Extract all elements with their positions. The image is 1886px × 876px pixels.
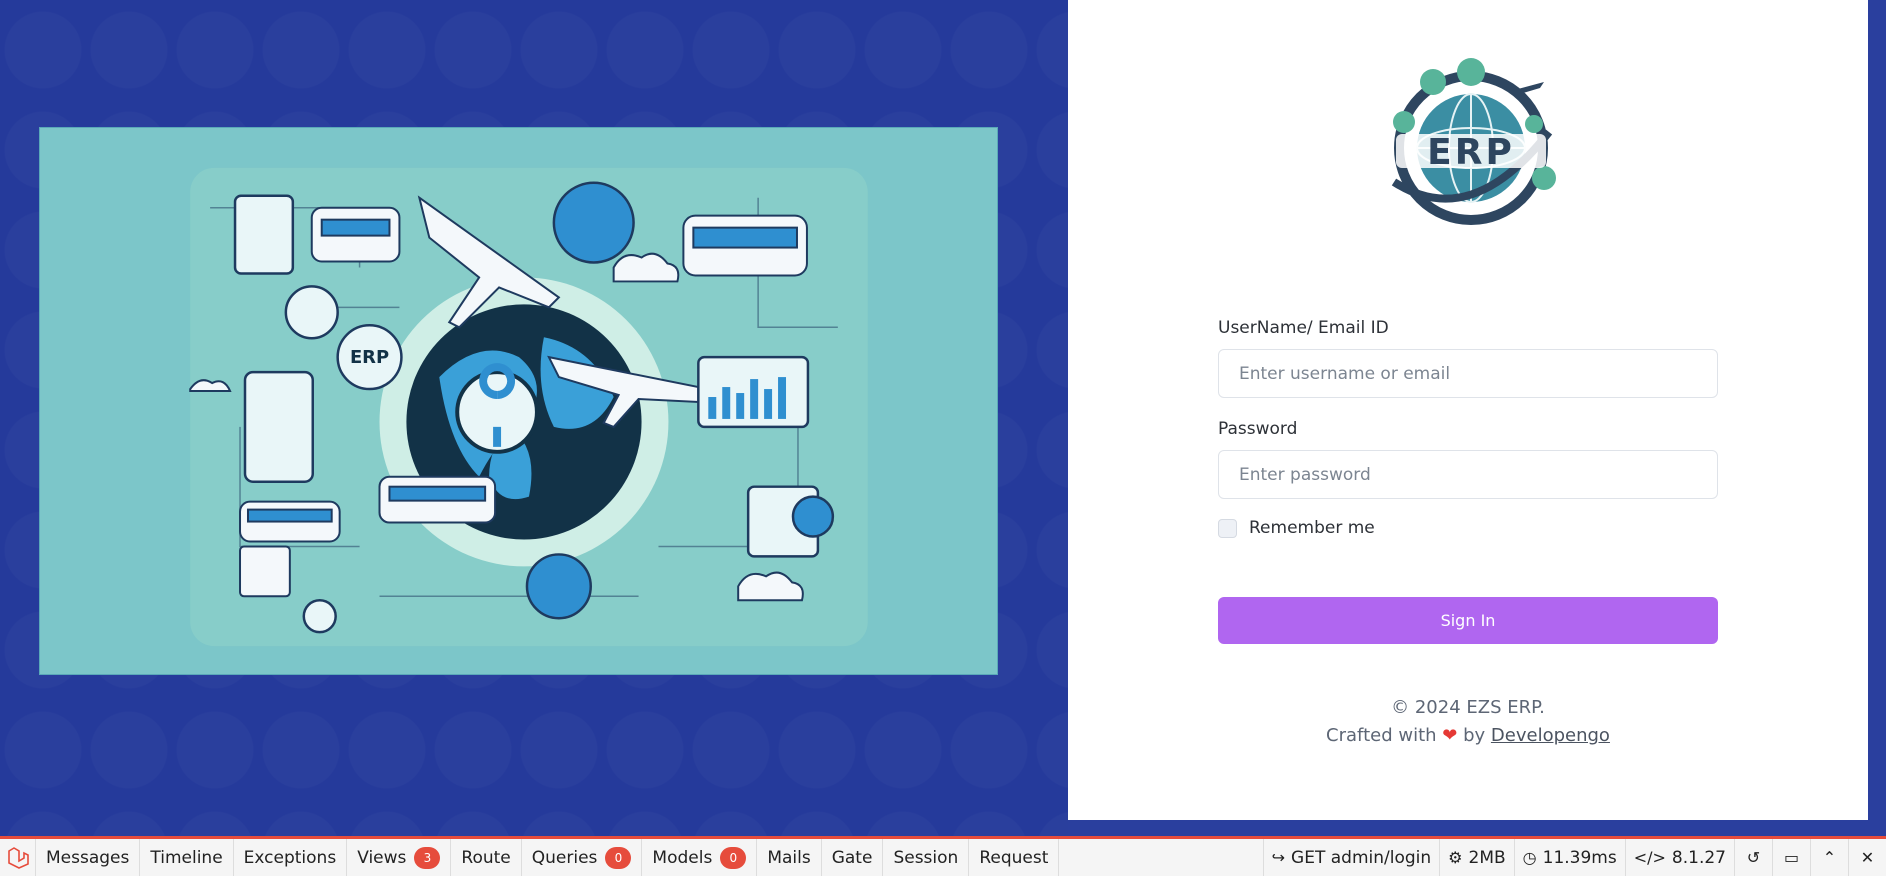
tab-route[interactable]: Route xyxy=(451,839,522,876)
erp-logo: ERP xyxy=(1374,52,1568,238)
tab-label: Request xyxy=(979,847,1049,868)
tab-views[interactable]: Views 3 xyxy=(347,839,452,876)
tab-label: Exceptions xyxy=(243,847,337,868)
username-input[interactable] xyxy=(1218,349,1718,398)
tab-gate[interactable]: Gate xyxy=(822,839,884,876)
developer-link[interactable]: Developengo xyxy=(1491,725,1610,746)
heart-icon: ❤ xyxy=(1442,725,1458,746)
tab-messages[interactable]: Messages xyxy=(36,839,141,876)
tab-queries[interactable]: Queries 0 xyxy=(522,839,643,876)
tab-session[interactable]: Session xyxy=(883,839,970,876)
tab-exceptions[interactable]: Exceptions xyxy=(234,839,348,876)
password-input[interactable] xyxy=(1218,450,1718,499)
tab-mails[interactable]: Mails xyxy=(757,839,822,876)
hero-illustration: ERP xyxy=(39,127,998,675)
debugbar-stats: ↪ GET admin/login ⚙ 2MB ◷ 11.39ms </> 8.… xyxy=(1262,839,1886,876)
footer: © 2024 EZS ERP. Crafted with ❤ by Develo… xyxy=(1218,694,1718,750)
php-version-text: 8.1.27 xyxy=(1671,847,1726,868)
globe-logo-icon: ERP xyxy=(1391,58,1556,225)
queries-count-badge: 0 xyxy=(605,846,632,869)
login-panel: ERP UserName/ Email ID Password Remember… xyxy=(1068,0,1868,820)
login-form: UserName/ Email ID Password Remember me xyxy=(1218,318,1718,538)
route-text: GET admin/login xyxy=(1291,847,1432,868)
tab-label: Gate xyxy=(831,847,873,868)
debugbar: Messages Timeline Exceptions Views 3 Rout… xyxy=(0,836,1886,876)
views-count-badge: 3 xyxy=(414,846,441,869)
tab-timeline[interactable]: Timeline xyxy=(140,839,234,876)
tab-label: Session xyxy=(893,847,959,868)
laravel-logo-icon[interactable] xyxy=(0,839,36,876)
logo-text: ERP xyxy=(1427,132,1515,173)
tab-label: Queries xyxy=(531,847,598,868)
logistics-illustration: ERP xyxy=(40,128,997,674)
svg-text:ERP: ERP xyxy=(350,347,389,368)
tab-request[interactable]: Request xyxy=(969,839,1060,876)
php-version-stat: </> 8.1.27 xyxy=(1624,839,1734,876)
username-label: UserName/ Email ID xyxy=(1218,318,1389,338)
sign-in-button[interactable]: Sign In xyxy=(1218,597,1718,644)
close-icon[interactable]: ✕ xyxy=(1848,839,1886,876)
time-text: 11.39ms xyxy=(1542,847,1617,868)
tab-label: Messages xyxy=(46,847,130,868)
remember-me-row: Remember me xyxy=(1218,518,1718,538)
tab-label: Models xyxy=(652,847,713,868)
tab-label: Views xyxy=(357,847,407,868)
memory-text: 2MB xyxy=(1468,847,1506,868)
tab-label: Mails xyxy=(767,847,811,868)
time-stat: ◷ 11.39ms xyxy=(1513,839,1625,876)
models-count-badge: 0 xyxy=(720,846,747,869)
chevron-up-icon[interactable]: ⌃ xyxy=(1810,839,1848,876)
tab-label: Timeline xyxy=(150,847,223,868)
cogs-icon: ⚙ xyxy=(1448,848,1463,867)
tab-label: Route xyxy=(461,847,511,868)
username-field-group: UserName/ Email ID xyxy=(1218,318,1718,398)
memory-stat: ⚙ 2MB xyxy=(1439,839,1514,876)
crafted-line: Crafted with ❤ by Developengo xyxy=(1218,722,1718,750)
tab-models[interactable]: Models 0 xyxy=(642,839,758,876)
code-icon: </> xyxy=(1633,848,1666,867)
clock-icon: ◷ xyxy=(1522,848,1537,867)
share-icon: ↪ xyxy=(1271,848,1286,867)
remember-me-checkbox[interactable] xyxy=(1218,518,1237,538)
remember-me-label[interactable]: Remember me xyxy=(1249,518,1375,538)
copyright-text: © 2024 EZS ERP. xyxy=(1391,697,1545,718)
crafted-by: by xyxy=(1463,725,1486,746)
route-stat[interactable]: ↪ GET admin/login xyxy=(1262,839,1440,876)
password-label: Password xyxy=(1218,419,1298,439)
history-icon[interactable]: ↺ xyxy=(1734,839,1772,876)
crafted-prefix: Crafted with xyxy=(1326,725,1437,746)
password-field-group: Password xyxy=(1218,419,1718,499)
folder-open-icon[interactable]: ▭ xyxy=(1772,839,1810,876)
